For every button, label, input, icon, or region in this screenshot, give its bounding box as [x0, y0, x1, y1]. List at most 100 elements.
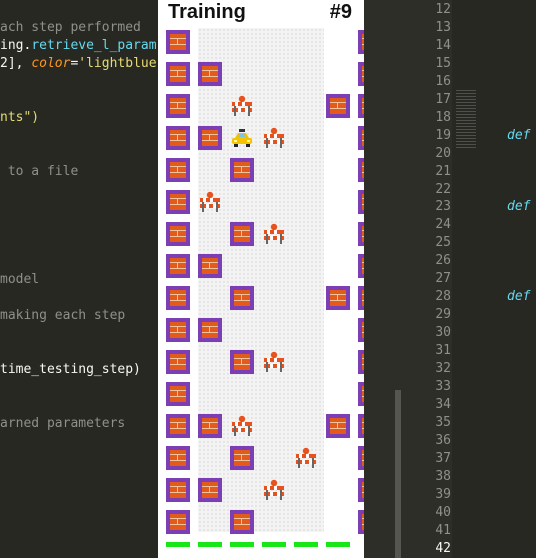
line-number: 36 — [435, 432, 451, 448]
code-line: ach step performed — [0, 20, 141, 35]
brick-pattern — [234, 354, 250, 370]
brick-wall-tile — [230, 510, 254, 534]
road-barrier-icon — [262, 350, 286, 374]
road-barrier-icon — [230, 94, 254, 118]
line-number: 20 — [435, 145, 451, 161]
line-number: 19 — [435, 127, 451, 143]
brick-wall-tile — [230, 446, 254, 470]
brick-wall-tile — [166, 510, 190, 534]
brick-wall-tile — [230, 222, 254, 246]
code-token: retrieve_l_param — [31, 38, 157, 53]
line-number: 29 — [435, 307, 451, 323]
code-token: ing. — [0, 38, 32, 53]
brick-pattern — [202, 66, 218, 82]
brick-pattern — [202, 130, 218, 146]
brick-pattern — [170, 386, 186, 402]
line-number: 33 — [435, 378, 451, 394]
brick-wall-tile — [166, 350, 190, 374]
brick-wall-tile — [166, 190, 190, 214]
brick-pattern — [170, 34, 186, 50]
code-line: ing.retrieve_l_param — [0, 38, 157, 53]
brick-wall-tile — [230, 158, 254, 182]
code-token: 'lightblue — [78, 56, 157, 71]
code-line: model — [0, 272, 39, 287]
brick-pattern — [170, 162, 186, 178]
brick-pattern — [170, 130, 186, 146]
brick-pattern — [202, 258, 218, 274]
brick-pattern — [170, 450, 186, 466]
code-token: 2], — [0, 56, 32, 71]
game-window: Training #9 — [158, 0, 364, 558]
finish-line-segment — [294, 542, 318, 547]
brick-wall-tile — [198, 254, 222, 278]
brick-pattern — [170, 258, 186, 274]
line-number: 39 — [435, 486, 451, 502]
brick-pattern — [234, 162, 250, 178]
code-token: arned parameters — [0, 416, 126, 431]
line-number: 30 — [435, 325, 451, 341]
line-number: 17 — [435, 91, 451, 107]
code-token: ach step performed — [0, 20, 141, 35]
brick-wall-tile — [166, 126, 190, 150]
brick-wall-tile — [166, 158, 190, 182]
code-line: to a file — [0, 164, 78, 179]
line-number-gutter: 12 13 14 15 16 17 18 19 20 21 22 23 24 25 26 27 28 29 30 31… — [406, 0, 452, 558]
line-number: 34 — [435, 396, 451, 412]
line-number: 24 — [435, 217, 451, 233]
brick-pattern — [170, 194, 186, 210]
code-minimap[interactable] — [456, 90, 476, 150]
code-token: color — [31, 56, 71, 71]
def-keyword: def — [507, 127, 531, 143]
brick-wall-tile — [230, 286, 254, 310]
line-number: 38 — [435, 468, 451, 484]
line-number: 22 — [435, 181, 451, 197]
brick-wall-tile — [326, 286, 350, 310]
code-line: 2], color='lightblue — [0, 56, 157, 71]
brick-pattern — [170, 418, 186, 434]
finish-line-segment — [326, 542, 350, 547]
code-token: nts") — [0, 110, 40, 125]
taxi-car-icon — [230, 126, 254, 150]
brick-wall-tile — [166, 30, 190, 54]
brick-pattern — [330, 98, 346, 114]
brick-wall-tile — [166, 286, 190, 310]
code-line: making each step — [0, 308, 125, 323]
code-token: time_testing_step) — [0, 362, 141, 377]
road-barrier-icon — [198, 190, 222, 214]
brick-pattern — [234, 290, 250, 306]
brick-wall-tile — [198, 126, 222, 150]
finish-line-segment — [166, 542, 190, 547]
code-token: making each step — [0, 308, 126, 323]
brick-wall-tile — [166, 254, 190, 278]
finish-line-segment — [230, 542, 254, 547]
brick-pattern — [170, 66, 186, 82]
road-barrier-icon — [230, 414, 254, 438]
brick-wall-tile — [166, 62, 190, 86]
brick-wall-tile — [198, 414, 222, 438]
line-number: 35 — [435, 414, 451, 430]
code-line: arned parameters — [0, 416, 125, 431]
brick-wall-tile — [198, 62, 222, 86]
brick-pattern — [330, 418, 346, 434]
line-number: 14 — [435, 37, 451, 53]
scrollbar-thumb[interactable] — [395, 390, 401, 558]
road-barrier-icon — [294, 446, 318, 470]
brick-wall-tile — [326, 414, 350, 438]
brick-wall-tile — [198, 318, 222, 342]
def-keyword: def — [507, 289, 531, 305]
brick-pattern — [170, 514, 186, 530]
road-barrier-icon — [262, 478, 286, 502]
line-number: 37 — [435, 450, 451, 466]
code-token: to a file — [0, 164, 79, 179]
brick-pattern — [170, 322, 186, 338]
brick-wall-tile — [166, 446, 190, 470]
brick-pattern — [234, 514, 250, 530]
line-number: 16 — [435, 73, 451, 89]
brick-wall-tile — [166, 318, 190, 342]
brick-wall-tile — [166, 414, 190, 438]
brick-pattern — [170, 290, 186, 306]
line-number: 28 — [435, 289, 451, 305]
line-number: 40 — [435, 504, 451, 520]
brick-pattern — [170, 482, 186, 498]
brick-wall-tile — [198, 478, 222, 502]
